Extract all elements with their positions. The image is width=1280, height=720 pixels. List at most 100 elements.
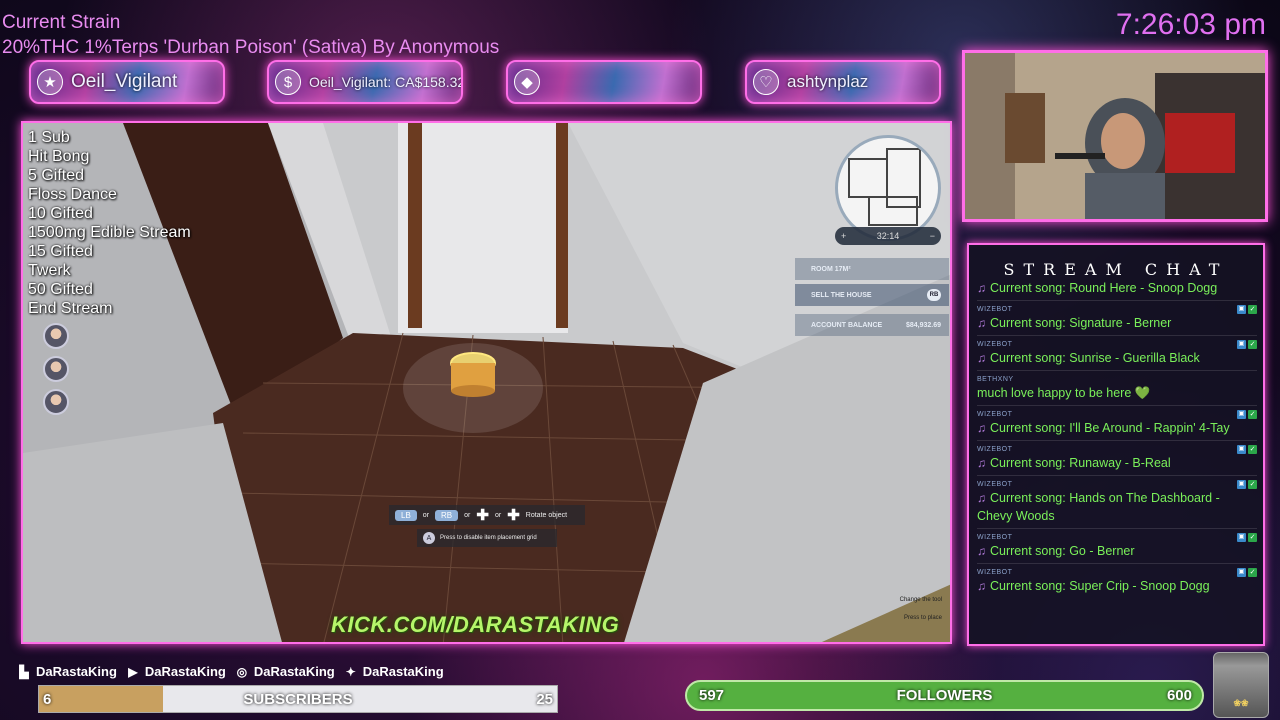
chat-username: WIZEBOT xyxy=(977,533,1013,541)
music-note-icon: ♫ xyxy=(977,544,986,558)
rotate-label: Rotate object xyxy=(525,511,568,519)
twitter-icon: ✦ xyxy=(345,664,356,679)
star-icon: ★ xyxy=(37,69,63,95)
zoom-in-button[interactable]: + xyxy=(841,231,846,241)
minimap-room xyxy=(868,196,918,226)
room-size-row: ROOM 17M² xyxy=(795,258,949,280)
account-balance-row: ACCOUNT BALANCE $84,932.69 xyxy=(795,314,949,336)
chat-message: WIZEBOT ▣ ✓ ♫ Current song: Super Crip - Sn… xyxy=(977,564,1257,598)
webcam-feed xyxy=(962,50,1268,222)
alert-banner-follow: ★ Oeil_Vigilant xyxy=(29,60,225,104)
grid-hint-label: Press to disable item placement grid xyxy=(440,535,537,541)
map-timer: 32:14 xyxy=(876,231,900,241)
bot-badge-icon: ▣ xyxy=(1237,567,1246,577)
bot-badge-icon: ▣ xyxy=(1237,444,1246,454)
chat-username: BETHXNY xyxy=(977,375,1014,383)
game-view[interactable]: 1 Sub Hit Bong 5 Gifted Floss Dance 10 G… xyxy=(21,121,952,644)
dollar-icon: $ xyxy=(275,69,301,95)
clock: 7:26:03 pm xyxy=(1115,8,1266,41)
avatar xyxy=(43,389,69,415)
mod-badge-icon: ✓ xyxy=(1248,409,1257,419)
grid-hint: A Press to disable item placement grid xyxy=(417,529,557,547)
bot-badge-icon: ▣ xyxy=(1237,532,1246,542)
webcam-image xyxy=(965,53,1265,219)
alert-banner-donation: $ Oeil_Vigilant: CA$158.32 xyxy=(267,60,463,104)
mod-badge-icon: ✓ xyxy=(1248,479,1257,489)
music-note-icon: ♫ xyxy=(977,316,986,330)
social-youtube[interactable]: ▶ DaRastaKing xyxy=(125,664,226,679)
bot-badge-icon: ▣ xyxy=(1237,479,1246,489)
goal-item: Hit Bong xyxy=(28,148,90,165)
bot-badge-icon: ▣ xyxy=(1237,339,1246,349)
social-links: ▙ DaRastaKing ▶ DaRastaKing ◎ DaRastaKing ✦… xyxy=(16,664,444,679)
diamond-icon: ◆ xyxy=(514,69,540,95)
message-text: Current song: Round Here - Snoop Dogg xyxy=(990,281,1218,295)
subscriber-goal-bar: 6 SUBSCRIBERS 25 xyxy=(38,685,558,713)
hint-or: or xyxy=(464,511,471,519)
minimap[interactable] xyxy=(835,135,941,241)
goal-item: End Stream xyxy=(28,300,113,317)
rb-key-icon: RB xyxy=(435,509,459,521)
message-text: Current song: Go - Berner xyxy=(990,544,1135,558)
goal-item: Twerk xyxy=(28,262,71,279)
dpad-icon: ✚ xyxy=(507,507,520,524)
music-note-icon: ♫ xyxy=(977,421,986,435)
lb-key-icon: LB xyxy=(395,509,417,521)
sell-house-label: SELL THE HOUSE xyxy=(811,291,872,299)
banner-text: Oeil_Vigilant: CA$158.32 xyxy=(309,74,463,90)
mod-badge-icon: ✓ xyxy=(1248,304,1257,314)
chat-message: WIZEBOT ▣ ✓ ♫ Current song: I'll Be Around … xyxy=(977,406,1257,441)
twitch-icon: ▙ xyxy=(19,664,29,679)
zoom-out-button[interactable]: − xyxy=(930,231,935,241)
follower-label: FOLLOWERS xyxy=(896,687,993,704)
subscriber-goal: 25 xyxy=(536,691,553,708)
banner-text: Oeil_Vigilant xyxy=(71,71,178,92)
chat-message: WIZEBOT ▣ ✓ ♫ Current song: Sunrise - Gueri… xyxy=(977,336,1257,371)
social-name: DaRastaKing xyxy=(36,664,117,679)
alert-banner-sub: ♡ ashtynplaz xyxy=(745,60,941,104)
follower-goal: 600 xyxy=(1166,687,1192,704)
minimap-room xyxy=(848,158,888,198)
chat-message: WIZEBOT ▣ ✓ ♫ Current song: Go - Berner xyxy=(977,529,1257,564)
goal-list: 1 Sub Hit Bong 5 Gifted Floss Dance 10 G… xyxy=(28,128,191,318)
youtube-icon: ▶ xyxy=(128,664,138,679)
strain-description: 20%THC 1%Terps 'Durban Poison' (Sativa) … xyxy=(2,37,500,58)
stream-chat[interactable]: STREAM CHAT ♫ Current song: Round Here - … xyxy=(967,243,1265,646)
sell-house-button[interactable]: SELL THE HOUSE RB xyxy=(795,284,949,306)
goal-item: 15 Gifted xyxy=(28,243,93,260)
social-name: DaRastaKing xyxy=(253,664,335,679)
message-text: Current song: Signature - Berner xyxy=(990,316,1172,330)
chat-username: WIZEBOT xyxy=(977,340,1013,348)
tool-hints: Change the tool Press to place xyxy=(900,597,942,633)
banner-text: ashtynplaz xyxy=(787,72,869,91)
social-instagram[interactable]: ◎ DaRastaKing xyxy=(234,664,335,679)
viewer-avatars xyxy=(43,323,69,422)
mod-badge-icon: ✓ xyxy=(1248,339,1257,349)
minimap-bar: + 32:14 − xyxy=(835,227,941,245)
bot-badge-icon: ▣ xyxy=(1237,409,1246,419)
room-size: ROOM 17M² xyxy=(811,265,851,273)
bot-badge-icon: ▣ xyxy=(1237,304,1246,314)
social-twitter[interactable]: ✦ DaRastaKing xyxy=(343,664,444,679)
goal-item: 50 Gifted xyxy=(28,281,93,298)
goal-item: 10 Gifted xyxy=(28,205,93,222)
kick-url: KICK.COM/DARASTAKING xyxy=(331,612,620,637)
hint-or: or xyxy=(422,511,430,519)
chat-username: WIZEBOT xyxy=(977,445,1013,453)
hint-or: or xyxy=(494,511,502,519)
message-text: much love happy to be here 💚 xyxy=(977,386,1151,400)
music-note-icon: ♫ xyxy=(977,491,986,505)
change-tool-hint: Change the tool xyxy=(899,597,942,603)
chat-username: WIZEBOT xyxy=(977,305,1013,313)
heart-icon: ♡ xyxy=(753,69,779,95)
chat-message: WIZEBOT ▣ ✓ ♫ Current song: Runaway - B-Rea… xyxy=(977,441,1257,476)
goal-item: Floss Dance xyxy=(28,186,117,203)
music-note-icon: ♫ xyxy=(977,456,986,470)
chat-messages[interactable]: ♫ Current song: Round Here - Snoop Dogg W… xyxy=(977,279,1257,642)
goal-item: 5 Gifted xyxy=(28,167,85,184)
alert-banner-gem: ◆ xyxy=(506,60,702,104)
avatar xyxy=(43,356,69,382)
strain-title: Current Strain xyxy=(2,12,121,33)
balance-label: ACCOUNT BALANCE xyxy=(811,321,883,329)
social-twitch[interactable]: ▙ DaRastaKing xyxy=(16,664,117,679)
